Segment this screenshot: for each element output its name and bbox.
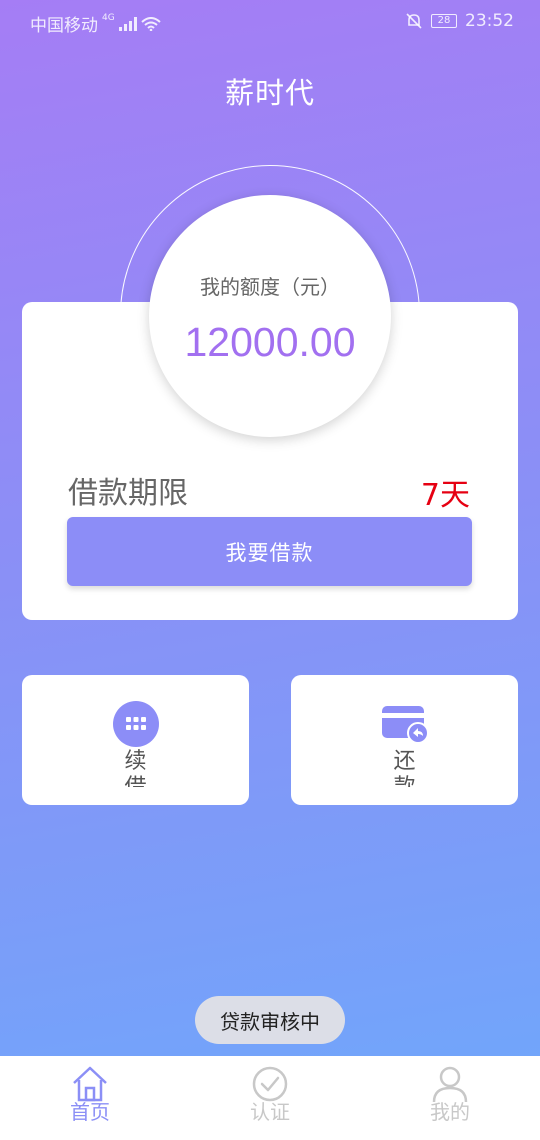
renew-label: 续借 bbox=[124, 749, 147, 787]
tab-home[interactable]: 首页 bbox=[40, 1056, 140, 1140]
grid-icon bbox=[113, 701, 159, 747]
card-repay-icon bbox=[382, 706, 429, 744]
tab-mine-label: 我的 bbox=[430, 1100, 470, 1124]
repay-button[interactable]: 还款 bbox=[291, 675, 518, 805]
carrier-name: 中国移动 bbox=[30, 16, 98, 36]
tab-auth[interactable]: 认证 bbox=[220, 1056, 320, 1140]
tab-home-label: 首页 bbox=[70, 1100, 110, 1124]
status-toast: 贷款审核中 bbox=[195, 996, 345, 1044]
loan-term-label: 借款期限 bbox=[68, 476, 188, 511]
status-left: 中国移动 4G bbox=[30, 11, 161, 36]
signal-icon bbox=[118, 16, 137, 31]
quota-label: 我的额度（元） bbox=[200, 275, 340, 299]
bottom-tab-bar: 首页 认证 我的 bbox=[0, 1056, 540, 1140]
battery-icon: 28 bbox=[431, 14, 457, 28]
clock: 23:52 bbox=[465, 11, 514, 31]
renew-button[interactable]: 续借 bbox=[22, 675, 249, 805]
network-type: 4G bbox=[102, 12, 115, 23]
status-right: 28 23:52 bbox=[405, 11, 514, 31]
tab-auth-label: 认证 bbox=[250, 1100, 290, 1124]
loan-term-value: 7天 bbox=[420, 478, 470, 513]
quota-circle: 我的额度（元） 12000.00 bbox=[149, 195, 391, 437]
wifi-icon bbox=[141, 16, 161, 31]
borrow-button[interactable]: 我要借款 bbox=[67, 517, 472, 586]
repay-label: 还款 bbox=[393, 749, 416, 787]
quota-amount: 12000.00 bbox=[184, 319, 356, 365]
status-bar: 中国移动 4G 28 23:52 bbox=[0, 0, 540, 44]
page-title: 薪时代 bbox=[224, 76, 315, 110]
tab-mine[interactable]: 我的 bbox=[400, 1056, 500, 1140]
mute-icon bbox=[406, 13, 422, 29]
